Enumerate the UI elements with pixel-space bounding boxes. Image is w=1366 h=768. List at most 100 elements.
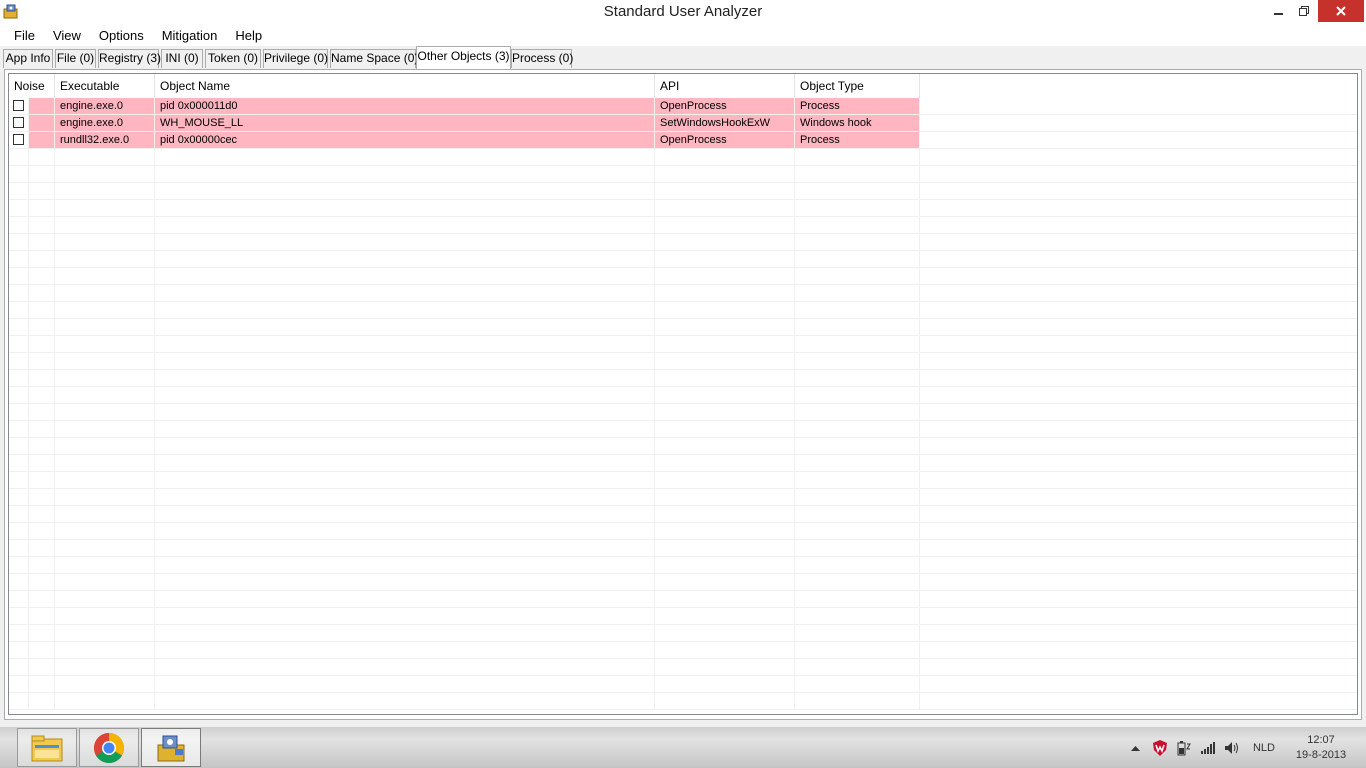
empty-cell: [795, 370, 920, 386]
empty-cell: [155, 557, 655, 573]
empty-row: [9, 302, 1357, 319]
table-row[interactable]: rundll32.exe.0 pid 0x00000cec OpenProces…: [9, 132, 1357, 149]
noise-checkbox[interactable]: [13, 100, 24, 111]
empty-cell: [795, 285, 920, 301]
empty-cell: [9, 387, 29, 403]
tray-power[interactable]: [1174, 727, 1194, 768]
tray-network[interactable]: [1198, 727, 1218, 768]
tab-app-info[interactable]: App Info: [3, 49, 53, 68]
restore-button[interactable]: [1292, 0, 1316, 22]
empty-row: [9, 642, 1357, 659]
empty-cell: [655, 336, 795, 352]
minimize-button[interactable]: [1266, 0, 1292, 22]
taskbar-chrome[interactable]: [79, 728, 139, 767]
tray-mcafee[interactable]: [1150, 727, 1170, 768]
taskbar-standard-user-analyzer[interactable]: [141, 728, 201, 767]
tab-token[interactable]: Token (0): [205, 49, 261, 68]
column-header-object-name[interactable]: Object Name: [155, 74, 655, 98]
row-highlight: [29, 132, 55, 148]
empty-cell: [29, 659, 55, 675]
close-button[interactable]: [1318, 0, 1364, 22]
empty-row: [9, 693, 1357, 710]
tray-show-hidden-button[interactable]: [1128, 727, 1142, 768]
empty-cell: [655, 455, 795, 471]
empty-cell: [155, 676, 655, 692]
empty-cell: [795, 149, 920, 165]
empty-cell: [155, 693, 655, 709]
tab-ini[interactable]: INI (0): [161, 49, 203, 68]
taskbar-clock[interactable]: 12:07 19-8-2013: [1290, 733, 1352, 763]
empty-cell: [655, 676, 795, 692]
empty-row: [9, 591, 1357, 608]
empty-cell: [55, 251, 155, 267]
empty-row: [9, 149, 1357, 166]
tab-process[interactable]: Process (0): [511, 49, 573, 68]
empty-cell: [55, 455, 155, 471]
menu-help[interactable]: Help: [226, 24, 271, 46]
empty-cell: [29, 421, 55, 437]
noise-checkbox[interactable]: [13, 134, 24, 145]
empty-cell: [9, 319, 29, 335]
empty-cell: [9, 574, 29, 590]
menu-file[interactable]: File: [0, 24, 44, 46]
empty-cell: [29, 693, 55, 709]
empty-cell: [29, 353, 55, 369]
empty-row: [9, 166, 1357, 183]
menu-options[interactable]: Options: [90, 24, 153, 46]
tray-language[interactable]: NLD: [1248, 727, 1280, 768]
empty-row: [9, 557, 1357, 574]
empty-cell: [655, 608, 795, 624]
menu-mitigation[interactable]: Mitigation: [153, 24, 227, 46]
table-row[interactable]: engine.exe.0 pid 0x000011d0 OpenProcess …: [9, 98, 1357, 115]
empty-cell: [55, 642, 155, 658]
empty-cell: [155, 268, 655, 284]
empty-cell: [655, 285, 795, 301]
column-header-executable[interactable]: Executable: [55, 74, 155, 98]
empty-cell: [29, 591, 55, 607]
tab-other-objects[interactable]: Other Objects (3): [416, 46, 511, 69]
object-type-cell: Process: [795, 98, 920, 114]
empty-cell: [655, 591, 795, 607]
empty-cell: [29, 523, 55, 539]
empty-cell: [9, 421, 29, 437]
column-header-api[interactable]: API: [655, 74, 795, 98]
empty-cell: [55, 319, 155, 335]
empty-cell: [9, 506, 29, 522]
tab-privilege[interactable]: Privilege (0): [263, 49, 328, 68]
tab-registry[interactable]: Registry (3): [98, 49, 161, 68]
empty-cell: [9, 404, 29, 420]
empty-cell: [55, 166, 155, 182]
empty-cell: [29, 302, 55, 318]
empty-cell: [55, 183, 155, 199]
empty-cell: [655, 370, 795, 386]
empty-cell: [655, 693, 795, 709]
restore-icon: [1299, 6, 1309, 16]
empty-cell: [155, 404, 655, 420]
taskbar-file-explorer[interactable]: [17, 728, 77, 767]
empty-cell: [155, 234, 655, 250]
empty-cell: [9, 149, 29, 165]
column-header-object-type[interactable]: Object Type: [795, 74, 920, 98]
column-header-noise[interactable]: Noise: [9, 74, 55, 98]
noise-checkbox[interactable]: [13, 117, 24, 128]
empty-cell: [655, 268, 795, 284]
tab-name-space[interactable]: Name Space (0): [330, 49, 418, 68]
empty-cell: [55, 234, 155, 250]
objects-list-view[interactable]: Noise Executable Object Name API Object …: [8, 73, 1358, 715]
empty-row: [9, 472, 1357, 489]
empty-cell: [155, 200, 655, 216]
menu-view[interactable]: View: [44, 24, 90, 46]
empty-cell: [55, 353, 155, 369]
empty-row: [9, 251, 1357, 268]
empty-cell: [9, 608, 29, 624]
empty-cell: [55, 149, 155, 165]
tray-volume[interactable]: [1222, 727, 1242, 768]
empty-cell: [9, 455, 29, 471]
table-row[interactable]: engine.exe.0 WH_MOUSE_LL SetWindowsHookE…: [9, 115, 1357, 132]
empty-cell: [655, 217, 795, 233]
tab-file[interactable]: File (0): [55, 49, 96, 68]
empty-row: [9, 387, 1357, 404]
close-icon: [1336, 6, 1346, 16]
empty-row: [9, 676, 1357, 693]
empty-cell: [55, 421, 155, 437]
